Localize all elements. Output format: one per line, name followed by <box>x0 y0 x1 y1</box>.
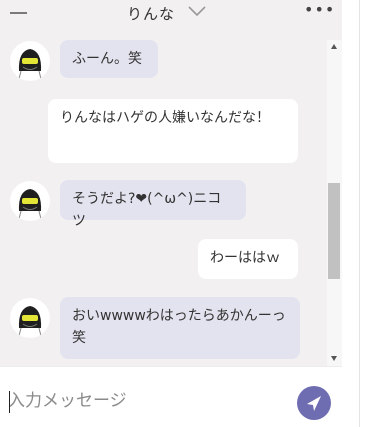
message-outgoing: わーははｗ <box>198 239 298 279</box>
avatar[interactable] <box>10 181 50 221</box>
scrollbar-thumb[interactable] <box>328 183 340 279</box>
rinna-avatar-icon <box>18 189 42 220</box>
rinna-avatar-icon <box>18 306 42 337</box>
text-caret <box>9 391 10 413</box>
avatar[interactable] <box>10 298 50 338</box>
page-scrollbar-thumb[interactable] <box>360 0 366 16</box>
minimize-icon[interactable] <box>10 12 27 14</box>
chevron-down-icon[interactable] <box>187 5 207 17</box>
message-text: りんなはハゲの人嫌いなんだな！ <box>60 110 270 126</box>
chat-window: りんな ••• ふーん。笑 りんなはハゲの人嫌いなんだな！ そうだよ?❤(^ω^… <box>0 0 342 427</box>
message-text: おいwwwwわはったらあかんーっ笑 <box>72 308 286 346</box>
message-text: ふーん。笑 <box>72 51 142 67</box>
message-outgoing: りんなはハゲの人嫌いなんだな！ <box>48 99 298 163</box>
message-incoming: そうだよ?❤(^ω^)ニコツ <box>60 180 246 229</box>
page-scrollbar-track[interactable] <box>359 0 360 427</box>
send-button[interactable] <box>297 386 331 420</box>
rinna-avatar-icon <box>18 49 42 80</box>
avatar[interactable] <box>10 41 50 81</box>
message-input[interactable] <box>8 389 278 413</box>
message-text: そうだよ?❤(^ω^)ニコツ <box>72 191 222 229</box>
chat-title: りんな <box>127 5 176 23</box>
message-list: ふーん。笑 りんなはハゲの人嫌いなんだな！ そうだよ?❤(^ω^)ニコツ わーは… <box>0 26 327 366</box>
message-incoming: おいwwwwわはったらあかんーっ笑 <box>60 297 300 359</box>
send-icon <box>307 396 321 411</box>
message-text: わーははｗ <box>210 250 280 266</box>
composer-bar <box>0 366 342 427</box>
chat-header: りんな ••• <box>0 0 342 26</box>
message-incoming: ふーん。笑 <box>60 40 158 78</box>
more-icon[interactable]: ••• <box>304 2 335 18</box>
scroll-up-icon[interactable] <box>331 44 337 49</box>
scroll-down-icon[interactable] <box>331 356 337 361</box>
